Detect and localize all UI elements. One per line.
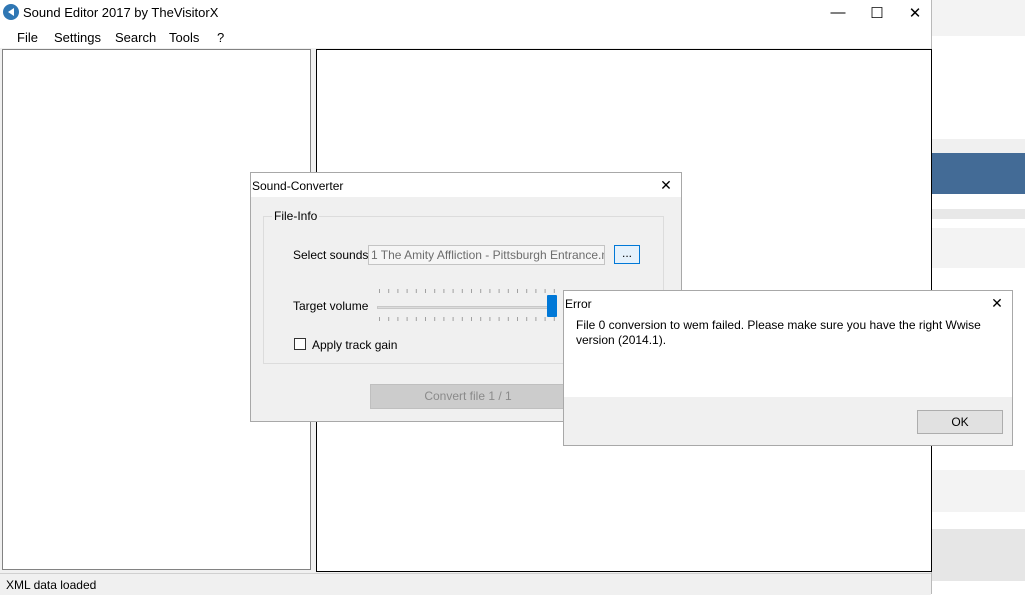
background-panel-top bbox=[932, 0, 1025, 36]
minimize-button[interactable]: — bbox=[819, 0, 857, 25]
select-sounds-field[interactable]: 1 The Amity Affliction - Pittsburgh Entr… bbox=[368, 245, 605, 265]
menu-file[interactable]: File bbox=[17, 30, 38, 45]
error-message: File 0 conversion to wem failed. Please … bbox=[576, 318, 981, 347]
menu-search[interactable]: Search bbox=[115, 30, 156, 45]
window-title: Sound Editor 2017 by TheVisitorX bbox=[23, 5, 219, 20]
slider-ticks-top bbox=[379, 289, 555, 293]
convert-button[interactable]: Convert file 1 / 1 bbox=[370, 384, 566, 409]
error-dialog: Error ✕ File 0 conversion to wem failed.… bbox=[563, 290, 1013, 446]
ok-button[interactable]: OK bbox=[917, 410, 1003, 434]
group-label: File-Info bbox=[272, 209, 320, 223]
slider-ticks-bottom bbox=[379, 317, 555, 321]
volume-slider-track[interactable] bbox=[377, 306, 557, 309]
menu-tools[interactable]: Tools bbox=[169, 30, 199, 45]
dialog-title-bar[interactable]: Sound-Converter ✕ bbox=[251, 173, 681, 197]
background-banner bbox=[932, 153, 1025, 194]
apply-track-gain-checkbox[interactable] bbox=[294, 338, 306, 350]
status-text: XML data loaded bbox=[6, 578, 97, 592]
background-panel-bottom bbox=[932, 529, 1025, 581]
dialog-title: Sound-Converter bbox=[252, 179, 344, 193]
select-sounds-label: Select sounds bbox=[293, 248, 369, 262]
menu-help[interactable]: ? bbox=[217, 30, 224, 45]
menu-bar: File Settings Search Tools ? bbox=[0, 25, 931, 48]
status-bar: XML data loaded bbox=[0, 573, 931, 595]
close-icon[interactable]: ✕ bbox=[655, 175, 677, 195]
volume-slider-thumb[interactable] bbox=[547, 295, 557, 317]
target-volume-label: Target volume bbox=[293, 299, 369, 313]
error-title: Error bbox=[565, 297, 592, 311]
background-panel-mid bbox=[932, 228, 1025, 268]
menu-settings[interactable]: Settings bbox=[54, 30, 101, 45]
background-panel-low bbox=[932, 470, 1025, 512]
background-panel-gray bbox=[932, 139, 1025, 153]
speaker-icon bbox=[3, 4, 19, 20]
apply-track-gain-label: Apply track gain bbox=[312, 338, 398, 352]
error-title-bar[interactable]: Error ✕ bbox=[564, 291, 1012, 315]
background-panel-strip bbox=[932, 209, 1025, 219]
close-icon[interactable]: ✕ bbox=[986, 293, 1008, 313]
close-button[interactable]: ✕ bbox=[896, 0, 934, 25]
title-bar[interactable]: Sound Editor 2017 by TheVisitorX — ☐ ✕ bbox=[0, 0, 931, 25]
maximize-button[interactable]: ☐ bbox=[858, 0, 896, 25]
browse-button[interactable]: ... bbox=[614, 245, 640, 264]
